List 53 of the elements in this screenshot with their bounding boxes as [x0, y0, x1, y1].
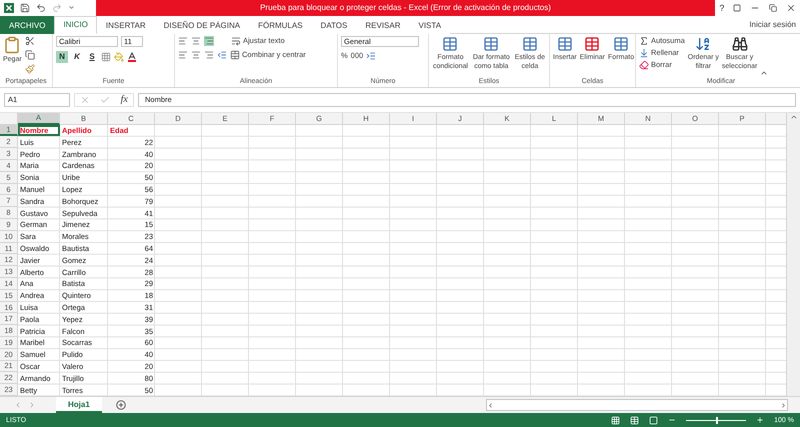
close-icon[interactable]	[786, 2, 796, 13]
redo-icon[interactable]	[52, 2, 62, 13]
page-layout-icon[interactable]	[630, 416, 640, 425]
find-icon[interactable]	[732, 36, 748, 52]
ribbon-tab[interactable]: ARCHIVO	[0, 16, 54, 34]
window-title: Prueba para bloquear o proteger celdas - Excel (Error de activación de productos)	[260, 3, 551, 12]
font-style-button[interactable]: N	[56, 50, 68, 63]
cells-icon[interactable]	[584, 36, 600, 52]
copy-icon[interactable]	[24, 50, 35, 60]
sheet-tab[interactable]: Hoja1	[56, 397, 102, 414]
bottom-align-icon[interactable]	[204, 36, 214, 46]
table-style-icon[interactable]	[522, 36, 538, 52]
indent-decrease-icon[interactable]	[217, 50, 227, 60]
table-style-icon[interactable]	[483, 36, 500, 52]
align-center-icon[interactable]	[191, 50, 201, 60]
save-icon[interactable]	[20, 2, 30, 13]
format-painter-icon[interactable]	[24, 64, 35, 74]
zoom-thumb[interactable]	[716, 416, 718, 424]
table-style-icon[interactable]	[442, 36, 458, 52]
ribbon-tab[interactable]: INICIO	[54, 16, 97, 34]
align-left-icon[interactable]	[178, 50, 188, 60]
sort-icon[interactable]	[695, 36, 712, 52]
horizontal-scrollbar[interactable]	[486, 399, 788, 412]
sigma-icon	[639, 36, 649, 46]
cut-icon[interactable]	[24, 36, 35, 46]
fill-color-icon[interactable]	[114, 52, 124, 62]
font-style-button[interactable]: K	[71, 50, 83, 63]
wrap-text-icon	[231, 36, 241, 46]
customize-icon[interactable]	[68, 4, 75, 12]
sign-in-link[interactable]: Iniciar sesión	[749, 20, 800, 29]
undo-icon[interactable]	[36, 2, 46, 13]
ribbon-display-icon[interactable]	[733, 4, 742, 12]
normal-view-icon[interactable]	[611, 416, 620, 425]
font-style-button[interactable]: S	[86, 50, 98, 63]
decimals-icon[interactable]	[366, 50, 376, 61]
cells-icon[interactable]	[613, 36, 630, 52]
eraser-icon	[639, 60, 649, 70]
insert-function-button[interactable]: fx	[120, 94, 128, 106]
zoom-in-icon[interactable]	[756, 416, 764, 424]
align-right-icon[interactable]	[204, 50, 214, 60]
cells-icon[interactable]	[556, 36, 573, 52]
vertical-scrollbar[interactable]	[786, 112, 800, 396]
fill-down-icon	[639, 48, 649, 58]
restore-icon[interactable]	[768, 4, 777, 12]
font-color-icon[interactable]	[127, 52, 137, 62]
middle-align-icon[interactable]	[191, 36, 201, 46]
help-button[interactable]: ?	[719, 2, 724, 13]
new-sheet-icon[interactable]	[116, 400, 126, 410]
scroll-right-icon[interactable]	[780, 402, 787, 409]
borders-icon[interactable]	[101, 52, 111, 62]
scroll-left-icon[interactable]	[487, 402, 494, 409]
top-align-icon[interactable]	[178, 36, 188, 46]
app-logo-icon	[4, 2, 14, 13]
